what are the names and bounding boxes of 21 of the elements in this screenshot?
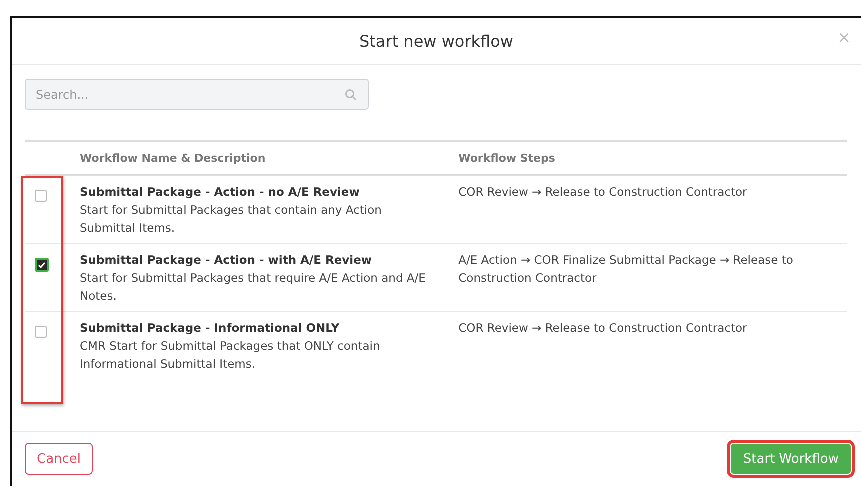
workflow-description: CMR Start for Submittal Packages that ONLY contain Informational Submittal Items.	[80, 338, 382, 373]
workflow-name: Submittal Package - Action - with A/E Review	[80, 252, 373, 269]
checkbox[interactable]	[35, 190, 47, 202]
column-header: Workflow Steps	[458, 152, 556, 165]
close-button[interactable]: ×	[836, 28, 853, 47]
search-field[interactable]: Search...	[25, 79, 369, 110]
workflow-steps: A/E Action → COR Finalize Submittal Package → Release to Construction Contractor	[452, 251, 834, 287]
cancel-button[interactable]: Cancel	[25, 443, 94, 475]
check-icon	[38, 262, 46, 268]
workflow-description: Start for Submittal Packages that require A/E Action and A/E Notes.	[80, 270, 427, 305]
start-workflow-button[interactable]: Start Workflow	[731, 444, 851, 474]
workflow-steps: COR Review → Release to Construction Contractor	[452, 319, 834, 337]
workflow-name: Submittal Package - Informational ONLY	[80, 320, 341, 337]
checkbox[interactable]	[35, 258, 49, 272]
workflow-description: Start for Submittal Packages that contain any Action Submittal Items.	[80, 202, 383, 237]
dialog-title: Start new workflow	[360, 32, 514, 50]
checkbox[interactable]	[35, 326, 47, 338]
search-icon	[345, 89, 357, 101]
column-header: Workflow Name & Description	[80, 152, 266, 165]
workflow-steps: COR Review → Release to Construction Contractor	[452, 183, 834, 201]
workflow-name: Submittal Package - Action - no A/E Review	[80, 184, 361, 201]
